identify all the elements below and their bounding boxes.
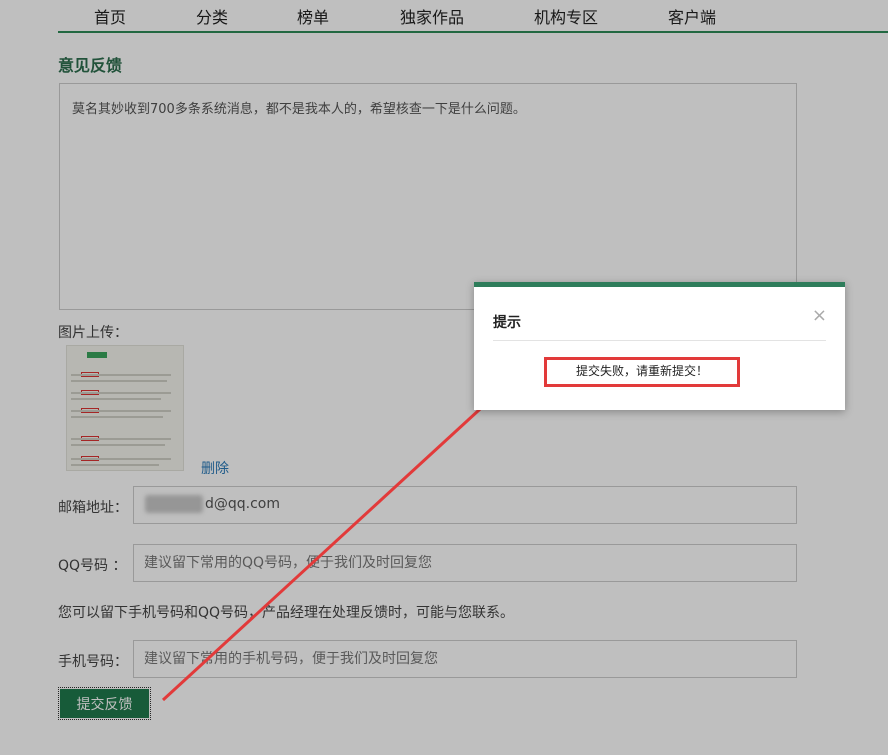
dialog-message: 提交失败，请重新提交！ [544,357,740,387]
dialog-divider [493,340,826,341]
dialog-title: 提示 [493,315,521,331]
alert-dialog: 提示 × 提交失败，请重新提交！ [474,282,845,410]
close-icon[interactable]: × [812,305,827,326]
